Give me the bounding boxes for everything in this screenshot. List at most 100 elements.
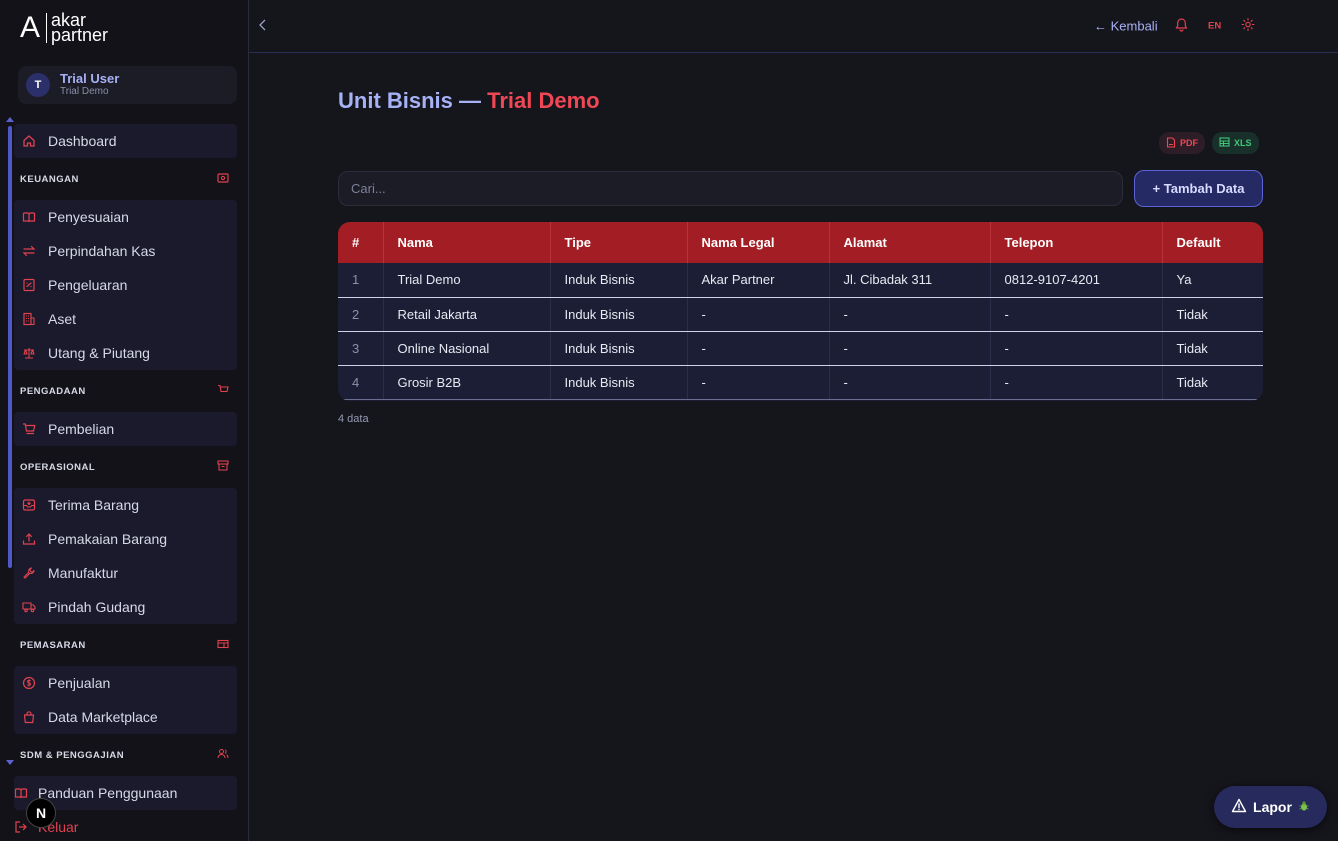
sidebar-item-label: Dashboard: [48, 133, 117, 149]
cart-icon: [217, 384, 229, 398]
column-header[interactable]: Nama: [383, 222, 551, 263]
bell-icon[interactable]: [1175, 18, 1188, 35]
section-sdm-penggajian[interactable]: SDM & PENGGAJIAN: [14, 734, 237, 776]
cell-phone: -: [990, 331, 1163, 366]
table-header-row: # Nama Tipe Nama Legal Alamat Telepon De…: [338, 222, 1263, 263]
cell-type: Induk Bisnis: [550, 263, 688, 298]
language-toggle[interactable]: EN: [1208, 21, 1221, 32]
home-icon: [22, 134, 36, 148]
sidebar-item-label: Aset: [48, 311, 77, 327]
scale-icon: [22, 346, 36, 360]
bag-icon: [22, 710, 36, 724]
search-input[interactable]: [338, 171, 1123, 206]
collapse-sidebar-icon[interactable]: [259, 18, 267, 34]
cart-icon: [22, 422, 36, 436]
section-pengadaan[interactable]: PENGADAAN: [14, 370, 237, 412]
cell-name: Trial Demo: [383, 263, 551, 298]
user-info: Trial User Trial Demo: [60, 72, 119, 98]
column-header[interactable]: Default: [1162, 222, 1263, 263]
logo-mark: A: [20, 11, 41, 44]
sidebar-item-pengeluaran[interactable]: Pengeluaran: [14, 268, 237, 302]
sidebar-item-terima-barang[interactable]: Terima Barang: [14, 488, 237, 522]
sidebar-scrollbar[interactable]: [8, 126, 12, 568]
sidebar-item-pemakaian-barang[interactable]: Pemakaian Barang: [14, 522, 237, 556]
sidebar-item-manufaktur[interactable]: Manufaktur: [14, 556, 237, 590]
export-xls-button[interactable]: XLS: [1212, 132, 1259, 154]
sidebar-item-aset[interactable]: Aset: [14, 302, 237, 336]
nav-group-pengadaan: Pembelian: [14, 412, 237, 446]
sidebar: A akar partner T Trial User Trial Demo D…: [0, 0, 249, 841]
logout-icon: [14, 820, 28, 834]
section-operasional[interactable]: OPERASIONAL: [14, 446, 237, 488]
transfer-icon: [22, 244, 36, 258]
spreadsheet-icon: [1219, 137, 1230, 149]
add-data-button[interactable]: + Tambah Data: [1134, 170, 1263, 207]
column-header[interactable]: Alamat: [829, 222, 991, 263]
section-keuangan[interactable]: KEUANGAN: [14, 158, 237, 200]
sidebar-item-data-marketplace[interactable]: Data Marketplace: [14, 700, 237, 734]
sidebar-item-label: Pembelian: [48, 421, 115, 437]
sidebar-item-dashboard[interactable]: Dashboard: [14, 124, 237, 158]
inbox-icon: [22, 498, 36, 512]
export-pdf-button[interactable]: PDF: [1159, 132, 1205, 154]
sidebar-item-penjualan[interactable]: Penjualan: [14, 666, 237, 700]
avatar: T: [26, 73, 50, 97]
cell-phone: 0812-9107-4201: [990, 263, 1163, 298]
sidebar-item-perpindahan-kas[interactable]: Perpindahan Kas: [14, 234, 237, 268]
user-name: Trial User: [60, 71, 120, 86]
cell-address: -: [829, 297, 991, 332]
sidebar-item-label: Data Marketplace: [48, 709, 158, 725]
page-title-main: Unit Bisnis —: [338, 88, 482, 113]
cell-type: Induk Bisnis: [550, 331, 688, 366]
sidebar-item-label: Pindah Gudang: [48, 599, 146, 615]
report-bug-button[interactable]: Lapor: [1214, 786, 1327, 828]
cell-type: Induk Bisnis: [550, 365, 688, 400]
cell-type: Induk Bisnis: [550, 297, 688, 332]
sidebar-item-penyesuaian[interactable]: Penyesuaian: [14, 200, 237, 234]
nav-group-dashboard: Dashboard: [14, 124, 237, 158]
sidebar-item-pindah-gudang[interactable]: Pindah Gudang: [14, 590, 237, 624]
sidebar-item-label: Penyesuaian: [48, 209, 129, 225]
sidebar-item-label: Panduan Penggunaan: [38, 785, 178, 801]
storefront-icon: [217, 639, 229, 652]
table-row[interactable]: 1 Trial Demo Induk Bisnis Akar Partner J…: [338, 263, 1263, 298]
column-header[interactable]: Tipe: [550, 222, 688, 263]
column-header[interactable]: Telepon: [990, 222, 1163, 263]
column-header[interactable]: #: [338, 222, 384, 263]
record-count: 4 data: [338, 413, 369, 425]
table-row[interactable]: 3 Online Nasional Induk Bisnis - - - Tid…: [338, 331, 1263, 366]
scroll-down-arrow[interactable]: [6, 760, 14, 765]
scroll-up-arrow[interactable]: [6, 117, 14, 122]
cell-name: Retail Jakarta: [383, 297, 551, 332]
export-xls-label: XLS: [1234, 138, 1252, 148]
table-row[interactable]: 4 Grosir B2B Induk Bisnis - - - Tidak: [338, 365, 1263, 400]
section-title: OPERASIONAL: [20, 461, 96, 473]
table-row[interactable]: 2 Retail Jakarta Induk Bisnis - - - Tida…: [338, 297, 1263, 332]
sidebar-item-label: Pemakaian Barang: [48, 531, 168, 547]
nextjs-devtools-icon[interactable]: N: [26, 798, 56, 828]
user-card[interactable]: T Trial User Trial Demo: [18, 66, 237, 104]
sidebar-item-label: Utang & Piutang: [48, 345, 150, 361]
column-header[interactable]: Nama Legal: [687, 222, 830, 263]
nav-group-operasional: Terima Barang Pemakaian Barang Manufaktu…: [14, 488, 237, 624]
truck-icon: [22, 600, 36, 614]
sidebar-item-utang-piutang[interactable]: Utang & Piutang: [14, 336, 237, 370]
cell-legal-name: -: [687, 331, 830, 366]
sun-icon[interactable]: [1241, 17, 1255, 35]
logo-line-2: partner: [51, 25, 109, 45]
cell-address: -: [829, 331, 991, 366]
receipt-icon: [22, 278, 36, 292]
sidebar-item-pembelian[interactable]: Pembelian: [14, 412, 237, 446]
page-title: Unit Bisnis — Trial Demo: [338, 88, 600, 114]
cell-legal-name: Akar Partner: [687, 263, 830, 298]
wrench-icon: [22, 566, 36, 580]
sidebar-item-label: Perpindahan Kas: [48, 243, 156, 259]
export-pdf-label: PDF: [1180, 138, 1198, 148]
back-link[interactable]: ← Kembali: [1094, 19, 1158, 34]
upload-icon: [22, 532, 36, 546]
brand-logo[interactable]: A akar partner: [20, 8, 108, 48]
cell-name: Online Nasional: [383, 331, 551, 366]
money-icon: [217, 172, 229, 186]
pdf-file-icon: [1166, 136, 1176, 150]
section-pemasaran[interactable]: PEMASARAN: [14, 624, 237, 666]
